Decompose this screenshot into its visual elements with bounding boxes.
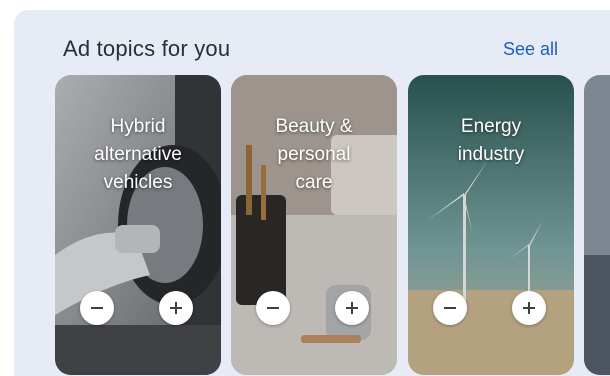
topic-card-energy-industry[interactable]: Energy industry — [408, 75, 574, 375]
less-like-this-button[interactable] — [433, 291, 467, 325]
more-like-this-button[interactable] — [512, 291, 546, 325]
minus-icon — [444, 307, 456, 309]
plus-icon — [346, 302, 358, 314]
more-like-this-button[interactable] — [159, 291, 193, 325]
card-label: Beauty & personal care — [275, 116, 353, 193]
partial-card-image — [584, 75, 610, 375]
section-title: Ad topics for you — [63, 36, 231, 61]
plus-icon — [170, 302, 182, 314]
minus-icon — [267, 307, 279, 309]
less-like-this-button[interactable] — [80, 291, 114, 325]
topic-card-partial[interactable] — [584, 75, 610, 375]
minus-icon — [91, 307, 103, 309]
more-like-this-button[interactable] — [335, 291, 369, 325]
card-label: Hybrid alternative vehicles — [94, 116, 182, 193]
plus-icon — [523, 302, 535, 314]
less-like-this-button[interactable] — [256, 291, 290, 325]
card-label: Energy industry — [457, 116, 525, 165]
see-all-link[interactable]: See all — [503, 39, 558, 60]
topic-card-beauty-care[interactable]: Beauty & personal care — [231, 75, 397, 375]
topic-card-hybrid-vehicles[interactable]: Hybrid alternative vehicles — [55, 75, 221, 375]
